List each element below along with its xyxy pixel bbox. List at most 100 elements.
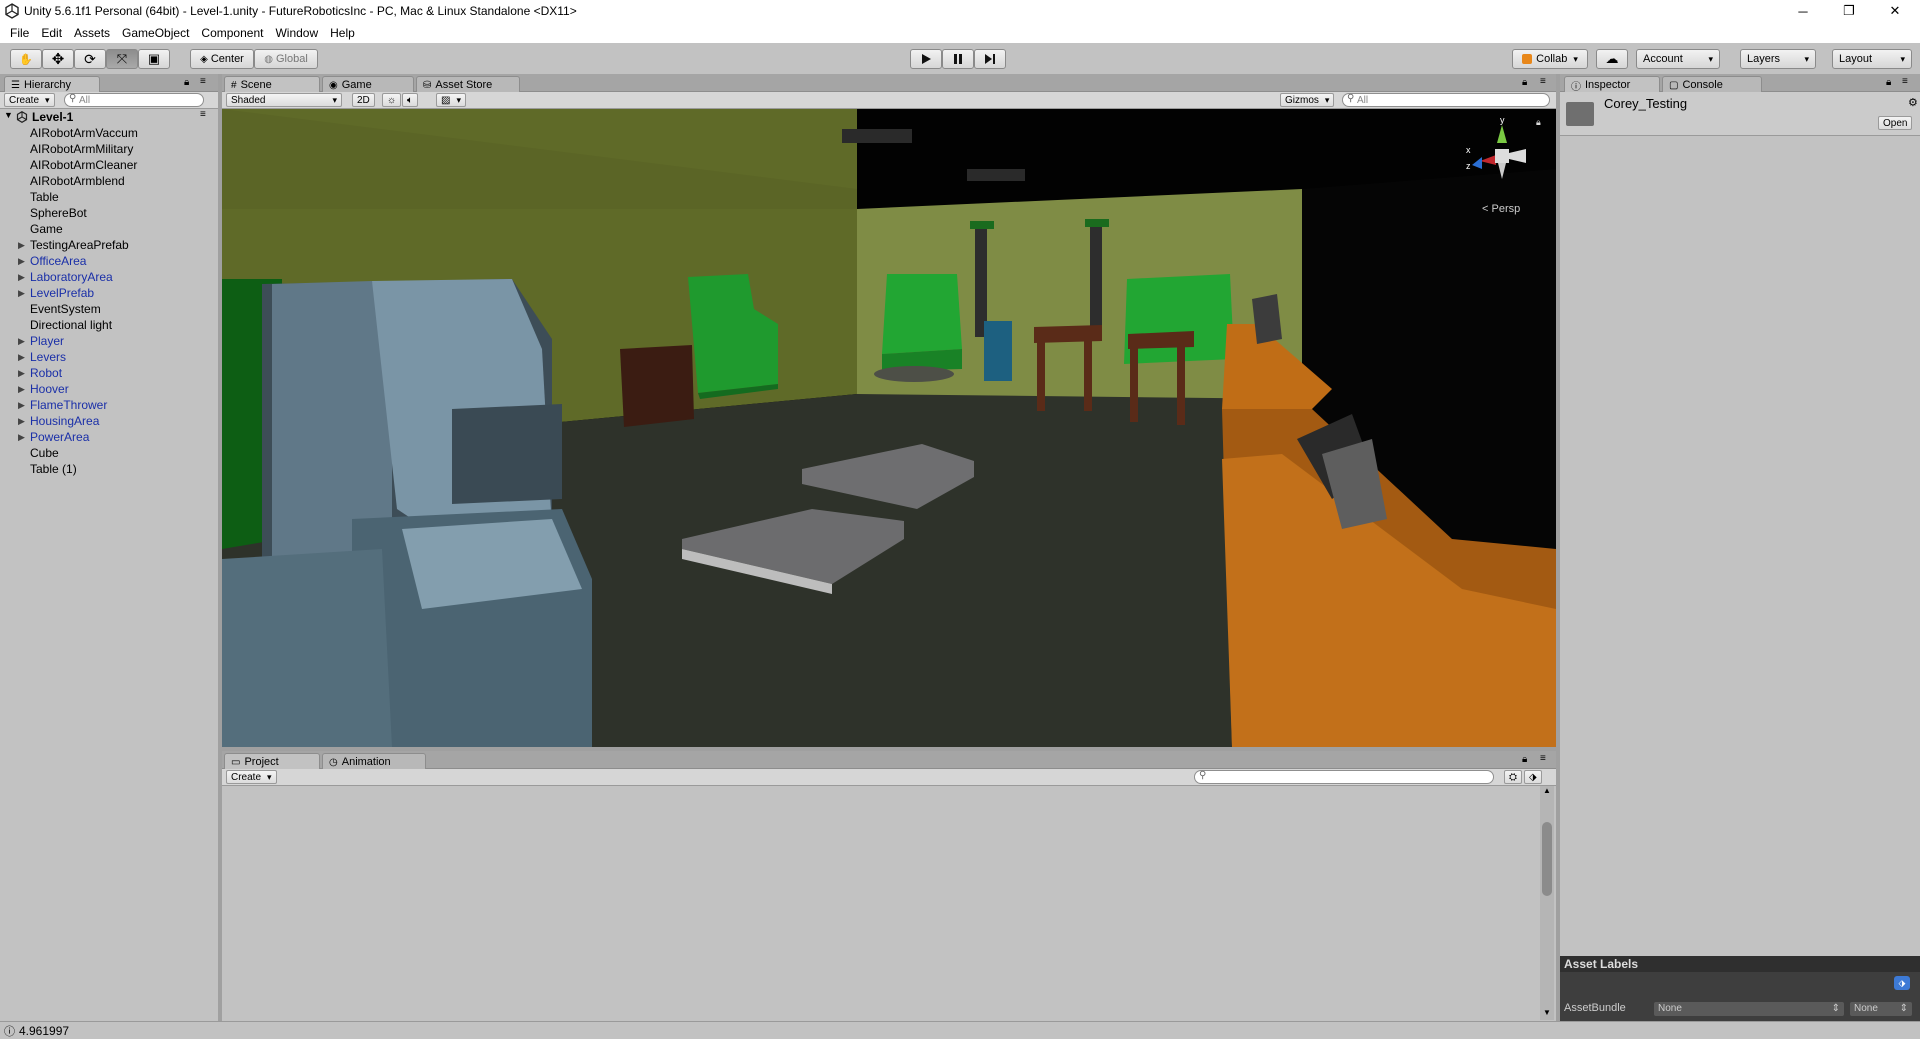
- project-scene-item[interactable]: PlayerControlTest: [222, 986, 1540, 1002]
- hierarchy-item[interactable]: ▶ Hoover: [0, 381, 216, 397]
- scroll-down-icon[interactable]: ▼: [1543, 1008, 1551, 1017]
- expand-arrow-icon[interactable]: ▼: [4, 110, 13, 120]
- lighting-toggle[interactable]: ☼: [382, 93, 402, 107]
- project-scene-item[interactable]: Settings: [222, 1002, 1540, 1018]
- scene-menu-icon[interactable]: ≡: [200, 109, 206, 120]
- hierarchy-item[interactable]: Table: [0, 189, 216, 205]
- hierarchy-create-button[interactable]: Create: [4, 93, 55, 107]
- menu-help[interactable]: Help: [324, 26, 361, 40]
- expand-arrow-icon[interactable]: ▶: [18, 237, 25, 253]
- gizmo-lock-icon[interactable]: 🔒︎: [1536, 117, 1541, 128]
- hierarchy-item[interactable]: AIRobotArmMilitary: [0, 141, 216, 157]
- minimize-button[interactable]: ─: [1780, 0, 1826, 22]
- hierarchy-item[interactable]: Table (1): [0, 461, 216, 477]
- project-scrollbar[interactable]: ▲ ▼: [1540, 786, 1554, 1020]
- expand-arrow-icon[interactable]: ▶: [18, 429, 25, 445]
- scene-viewport[interactable]: y x z 🔒︎ < Persp: [222, 109, 1556, 747]
- mode-2d-toggle[interactable]: 2D: [352, 93, 375, 107]
- pause-button[interactable]: [942, 49, 974, 69]
- maximize-button[interactable]: ❐: [1826, 0, 1872, 22]
- tab-asset-store[interactable]: ⛁ Asset Store: [416, 76, 520, 93]
- expand-arrow-icon[interactable]: ▶: [18, 269, 25, 285]
- scene-panel-menu-icon[interactable]: ≡: [1540, 76, 1546, 87]
- tab-animation[interactable]: ◷ Animation: [322, 753, 426, 770]
- filter-type-button[interactable]: ⛭: [1504, 770, 1522, 784]
- filter-label-button[interactable]: ⬗: [1524, 770, 1542, 784]
- hand-tool-button[interactable]: ✋: [10, 49, 42, 69]
- hierarchy-item[interactable]: Directional light: [0, 317, 216, 333]
- expand-arrow-icon[interactable]: ▶: [18, 413, 25, 429]
- shading-mode-dropdown[interactable]: Shaded: [226, 93, 342, 107]
- layers-dropdown[interactable]: Layers: [1740, 49, 1816, 69]
- panel-divider-right[interactable]: [1556, 74, 1560, 1021]
- step-button[interactable]: [974, 49, 1006, 69]
- hierarchy-item[interactable]: Cube: [0, 445, 216, 461]
- collab-dropdown[interactable]: Collab: [1512, 49, 1588, 69]
- expand-arrow-icon[interactable]: ▶: [18, 349, 25, 365]
- project-folder-item[interactable]: ▼ Scenes: [222, 842, 1540, 858]
- project-panel-menu-icon[interactable]: ≡: [1540, 753, 1546, 764]
- menu-component[interactable]: Component: [195, 26, 269, 40]
- close-button[interactable]: ✕: [1872, 0, 1918, 22]
- assetbundle-variant-dropdown[interactable]: None ⇕: [1850, 1002, 1912, 1016]
- pivot-space-button[interactable]: ◍ Global: [254, 49, 318, 69]
- projection-label[interactable]: < Persp: [1482, 203, 1520, 215]
- status-text[interactable]: 4.961997: [19, 1024, 69, 1038]
- hierarchy-item[interactable]: ▶ Robot: [0, 365, 216, 381]
- project-scene-item[interactable]: Main: [222, 954, 1540, 970]
- hierarchy-item[interactable]: ▶ TestingAreaPrefab: [0, 237, 216, 253]
- label-tag-icon[interactable]: ⬗: [1894, 976, 1910, 990]
- scroll-up-icon[interactable]: ▲: [1543, 786, 1551, 795]
- tab-inspector[interactable]: ⓘ Inspector: [1564, 76, 1660, 93]
- expand-arrow-icon[interactable]: ▶: [18, 253, 25, 269]
- hierarchy-search-input[interactable]: All: [64, 93, 204, 107]
- hierarchy-item[interactable]: SphereBot: [0, 205, 216, 221]
- hierarchy-item[interactable]: ▶ OfficeArea: [0, 253, 216, 269]
- assetbundle-dropdown[interactable]: None ⇕: [1654, 1002, 1844, 1016]
- expand-arrow-icon[interactable]: ▶: [226, 827, 238, 843]
- scale-tool-button[interactable]: ⤧: [106, 49, 138, 69]
- expand-arrow-icon[interactable]: ▼: [226, 843, 238, 859]
- project-scene-item[interactable]: Level-1: [222, 922, 1540, 938]
- expand-arrow-icon[interactable]: ▶: [242, 859, 254, 875]
- move-tool-button[interactable]: ✥: [42, 49, 74, 69]
- audio-toggle[interactable]: 🔈︎: [402, 93, 418, 107]
- scene-search-input[interactable]: All: [1342, 93, 1550, 107]
- hierarchy-item[interactable]: ▶ Levers: [0, 349, 216, 365]
- effects-dropdown[interactable]: ▨: [436, 93, 466, 107]
- tab-game[interactable]: ◉ Game: [322, 76, 414, 93]
- tab-console[interactable]: ▢ Console: [1662, 76, 1762, 93]
- project-scene-item[interactable]: Corey_Testing: [222, 906, 1540, 922]
- gizmos-dropdown[interactable]: Gizmos: [1280, 93, 1335, 107]
- panel-menu-icon[interactable]: ≡: [200, 76, 206, 87]
- play-button[interactable]: [910, 49, 942, 69]
- lock-icon[interactable]: 🔒︎: [184, 77, 189, 88]
- project-scroll-thumb[interactable]: [1542, 822, 1552, 896]
- tab-hierarchy[interactable]: ☰ Hierarchy: [4, 76, 100, 93]
- menu-gameobject[interactable]: GameObject: [116, 26, 195, 40]
- hierarchy-scene-row[interactable]: ▼ Level-1 ≡: [0, 109, 218, 125]
- inspector-gear-icon[interactable]: ⚙: [1908, 96, 1918, 109]
- hierarchy-item[interactable]: ▶ FlameThrower: [0, 397, 216, 413]
- project-folder-item[interactable]: ▶ PostProcessing: [222, 794, 1540, 810]
- hierarchy-item[interactable]: ▶ LevelPrefab: [0, 285, 216, 301]
- hierarchy-item[interactable]: ▶ LaboratoryArea: [0, 269, 216, 285]
- expand-arrow-icon[interactable]: ▶: [226, 795, 238, 811]
- hierarchy-item[interactable]: AIRobotArmVaccum: [0, 125, 216, 141]
- expand-arrow-icon[interactable]: ▶: [18, 365, 25, 381]
- rect-tool-button[interactable]: ▣: [138, 49, 170, 69]
- open-button[interactable]: Open: [1878, 116, 1913, 130]
- hierarchy-item[interactable]: AIRobotArmblend: [0, 173, 216, 189]
- cloud-button[interactable]: ☁: [1596, 49, 1628, 69]
- hierarchy-item[interactable]: ▶ PowerArea: [0, 429, 216, 445]
- layout-dropdown[interactable]: Layout: [1832, 49, 1912, 69]
- menu-assets[interactable]: Assets: [68, 26, 116, 40]
- project-scene-item[interactable]: Menu: [222, 970, 1540, 986]
- pivot-mode-button[interactable]: ◈ Center: [190, 49, 254, 69]
- tab-scene[interactable]: # Scene: [224, 76, 320, 93]
- project-search-input[interactable]: [1194, 770, 1494, 784]
- menu-edit[interactable]: Edit: [35, 26, 68, 40]
- tab-project[interactable]: ▭ Project: [224, 753, 320, 770]
- inspector-panel-menu-icon[interactable]: ≡: [1902, 76, 1908, 87]
- orientation-gizmo[interactable]: y x z: [1462, 117, 1542, 197]
